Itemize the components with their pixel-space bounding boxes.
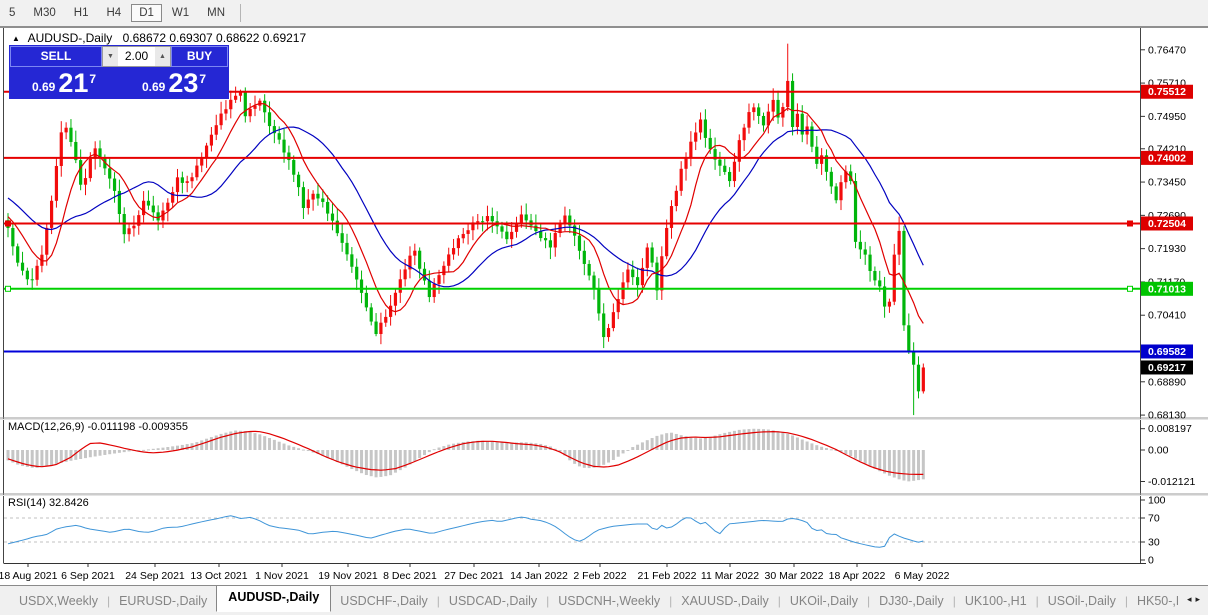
timeframe-h4[interactable]: H4: [98, 4, 129, 22]
sell-price-pips: 21: [58, 70, 88, 96]
sell-price-point: 7: [89, 72, 96, 86]
symbol-name: AUDUSD-,Daily: [28, 31, 113, 45]
svg-text:19 Nov 2021: 19 Nov 2021: [318, 570, 378, 582]
svg-text:30 Mar 2022: 30 Mar 2022: [765, 570, 824, 582]
buy-price-prefix: 0.69: [142, 80, 165, 94]
svg-text:0.75512: 0.75512: [1148, 86, 1186, 98]
svg-text:11 Mar 2022: 11 Mar 2022: [701, 570, 759, 582]
svg-text:1 Nov 2021: 1 Nov 2021: [255, 570, 309, 582]
tab-hk50-daily[interactable]: HK50-,Daily: [1128, 591, 1178, 611]
timeframe-toolbar: 5M30H1H4D1W1MN: [0, 0, 1208, 27]
timeframe-d1[interactable]: D1: [131, 4, 162, 22]
macd-histogram: [7, 429, 925, 482]
rsi-line: [8, 516, 923, 548]
svg-text:100: 100: [1148, 495, 1166, 507]
tab-scroll-right-icon[interactable]: ▸: [1195, 594, 1204, 604]
volume-input[interactable]: 2.00: [118, 47, 155, 66]
timeframe-m30[interactable]: M30: [25, 4, 63, 22]
timeframe-mn[interactable]: MN: [199, 4, 233, 22]
svg-text:0.71930: 0.71930: [1148, 243, 1186, 255]
svg-text:6 May 2022: 6 May 2022: [895, 570, 950, 582]
symbol-tab-strip: USDX,Weekly|EURUSD-,DailyAUDUSD-,DailyUS…: [10, 586, 1178, 615]
svg-text:13 Oct 2021: 13 Oct 2021: [190, 570, 247, 582]
tab-dj30-daily[interactable]: DJ30-,Daily: [870, 591, 953, 611]
svg-text:0.73450: 0.73450: [1148, 177, 1186, 189]
svg-text:70: 70: [1148, 513, 1160, 525]
trade-buttons-row: SELL ▼ 2.00 ▲ BUY: [10, 46, 228, 67]
svg-text:8 Dec 2021: 8 Dec 2021: [383, 570, 437, 582]
svg-text:0.72504: 0.72504: [1148, 218, 1186, 230]
svg-text:0.71013: 0.71013: [1148, 283, 1186, 295]
svg-text:0.00: 0.00: [1148, 445, 1169, 457]
ohlc-values: 0.68672 0.69307 0.68622 0.69217: [123, 31, 307, 45]
svg-text:0.68890: 0.68890: [1148, 376, 1186, 388]
tab-usdcad-daily[interactable]: USDCAD-,Daily: [440, 591, 546, 611]
tab-eurusd-daily[interactable]: EURUSD-,Daily: [110, 591, 216, 611]
timeframe-5[interactable]: 5: [1, 4, 23, 22]
symbol-tab-bar: USDX,Weekly|EURUSD-,DailyAUDUSD-,DailyUS…: [0, 585, 1208, 615]
horizontal-level-lines: [4, 92, 1140, 352]
timeframe-w1[interactable]: W1: [164, 4, 197, 22]
rsi-pane: [4, 516, 1140, 548]
tab-usdchf-daily[interactable]: USDCHF-,Daily: [331, 591, 437, 611]
timeframe-h1[interactable]: H1: [66, 4, 97, 22]
sell-price[interactable]: 0.69 21 7: [10, 68, 118, 98]
svg-text:-0.012121: -0.012121: [1148, 476, 1195, 488]
svg-text:14 Jan 2022: 14 Jan 2022: [510, 570, 568, 582]
svg-text:21 Feb 2022: 21 Feb 2022: [638, 570, 697, 582]
tab-usdx-weekly[interactable]: USDX,Weekly: [10, 591, 107, 611]
toolbar-divider: [240, 4, 241, 22]
volume-decrease-icon[interactable]: ▼: [103, 47, 118, 66]
macd-indicator-label: MACD(12,26,9) -0.011198 -0.009355: [8, 421, 188, 433]
buy-price[interactable]: 0.69 23 7: [120, 68, 228, 98]
svg-text:0.69217: 0.69217: [1148, 362, 1186, 374]
volume-stepper[interactable]: ▼ 2.00 ▲: [102, 46, 171, 67]
chart-title: ▲ AUDUSD-,Daily 0.68672 0.69307 0.68622 …: [12, 31, 306, 45]
price-badges: 0.75512 0.74002 0.72504 0.71013 0.69582 0.692…: [1141, 85, 1193, 375]
svg-text:0: 0: [1148, 555, 1154, 567]
tab-usoil-daily[interactable]: USOil-,Daily: [1039, 591, 1125, 611]
buy-price-point: 7: [199, 72, 206, 86]
trade-prices-row: 0.69 21 7 0.69 23 7: [10, 68, 228, 98]
svg-text:2 Feb 2022: 2 Feb 2022: [573, 570, 626, 582]
svg-text:0.74002: 0.74002: [1148, 152, 1186, 164]
price-axis: 0.764700.757100.749500.742100.734500.726…: [1140, 44, 1195, 566]
svg-text:0.76470: 0.76470: [1148, 44, 1186, 56]
svg-text:0.74950: 0.74950: [1148, 111, 1186, 123]
svg-text:27 Dec 2021: 27 Dec 2021: [444, 570, 504, 582]
collapse-panel-icon[interactable]: ▲: [12, 34, 20, 43]
svg-text:18 Aug 2021: 18 Aug 2021: [0, 570, 58, 582]
tab-uk100-h1[interactable]: UK100-,H1: [956, 591, 1036, 611]
date-axis: 18 Aug 20216 Sep 2021 24 Sep 2021 13 Oct 2…: [0, 563, 950, 582]
tab-audusd-daily[interactable]: AUDUSD-,Daily: [216, 586, 331, 612]
sell-price-prefix: 0.69: [32, 80, 55, 94]
ma-slow-line: [8, 127, 923, 287]
sell-button[interactable]: SELL: [10, 46, 102, 67]
svg-text:0.69582: 0.69582: [1148, 346, 1186, 358]
buy-button[interactable]: BUY: [171, 46, 228, 67]
ma-fast-line: [8, 104, 923, 324]
one-click-trading-panel: SELL ▼ 2.00 ▲ BUY 0.69 21 7 0.69 23 7: [9, 45, 229, 99]
tab-ukoil-daily[interactable]: UKOil-,Daily: [781, 591, 867, 611]
svg-text:0.70410: 0.70410: [1148, 310, 1186, 322]
buy-price-pips: 23: [168, 70, 198, 96]
svg-text:18 Apr 2022: 18 Apr 2022: [829, 570, 886, 582]
macd-signal-line: [8, 431, 923, 474]
volume-increase-icon[interactable]: ▲: [155, 47, 170, 66]
rsi-indicator-label: RSI(14) 32.8426: [8, 497, 89, 509]
svg-text:24 Sep 2021: 24 Sep 2021: [125, 570, 185, 582]
tab-scroll-arrows[interactable]: ◂▸: [1187, 594, 1204, 605]
chart-frame: [0, 28, 1208, 564]
tab-usdcnh-weekly[interactable]: USDCNH-,Weekly: [549, 591, 669, 611]
svg-text:30: 30: [1148, 537, 1160, 549]
svg-text:6 Sep 2021: 6 Sep 2021: [61, 570, 115, 582]
candles-layer: [6, 44, 925, 415]
tab-xauusd-daily[interactable]: XAUUSD-,Daily: [672, 591, 778, 611]
svg-text:0.008197: 0.008197: [1148, 423, 1192, 435]
svg-text:0.68130: 0.68130: [1148, 410, 1186, 422]
